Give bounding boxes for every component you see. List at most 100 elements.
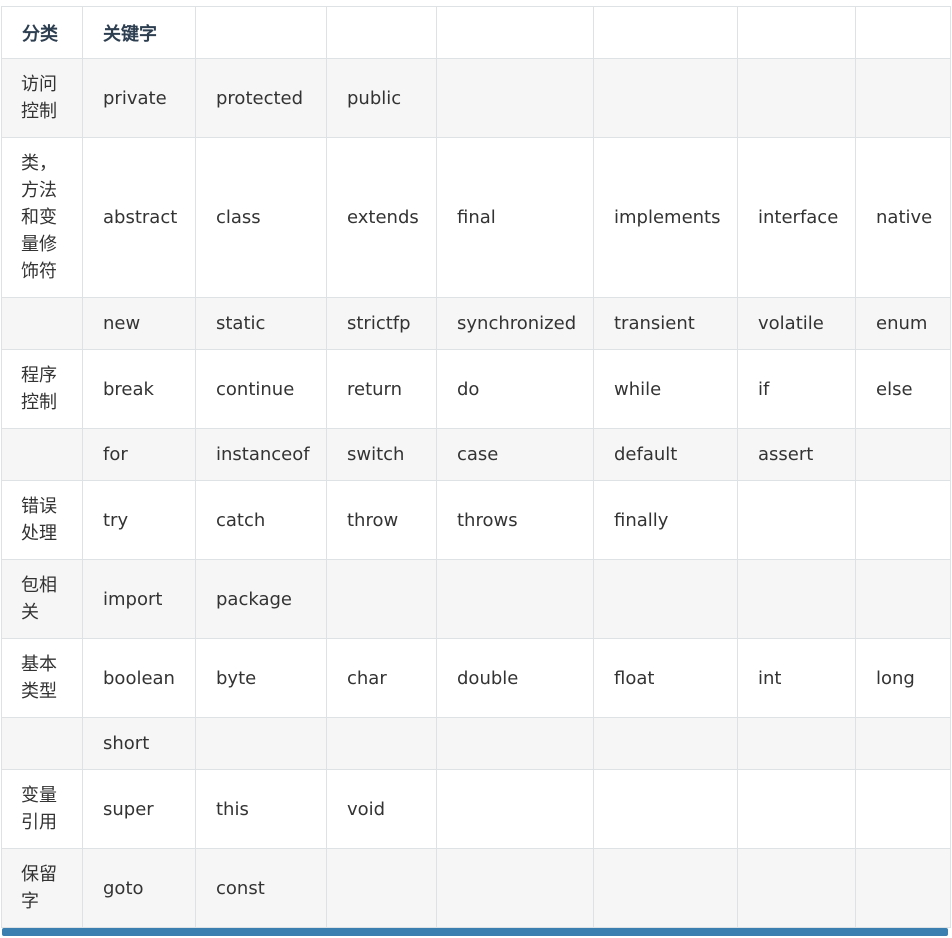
- keyword-cell: assert: [737, 428, 856, 481]
- table-row: 程序控制 break continue return do while if else: [1, 349, 951, 429]
- keyword-cell: return: [326, 349, 437, 429]
- keyword-cell: [737, 58, 856, 138]
- keyword-cell: [436, 848, 594, 928]
- keyword-cell: boolean: [82, 638, 196, 718]
- keyword-cell: transient: [593, 297, 738, 350]
- keyword-cell: [326, 848, 437, 928]
- keyword-cell: extends: [326, 137, 437, 298]
- keyword-cell: [855, 717, 951, 770]
- header-cell: [855, 6, 951, 59]
- table-row: 变量引用 super this void: [1, 769, 951, 849]
- header-cell: [593, 6, 738, 59]
- keyword-cell: else: [855, 349, 951, 429]
- category-cell: 类，方法和变量修饰符: [1, 137, 83, 298]
- keyword-cell: [855, 58, 951, 138]
- keyword-cell: public: [326, 58, 437, 138]
- header-cell: [326, 6, 437, 59]
- keyword-cell: [326, 717, 437, 770]
- keyword-cell: do: [436, 349, 594, 429]
- keyword-cell: enum: [855, 297, 951, 350]
- category-cell: 访问控制: [1, 58, 83, 138]
- keyword-cell: break: [82, 349, 196, 429]
- keyword-cell: if: [737, 349, 856, 429]
- keyword-cell: native: [855, 137, 951, 298]
- table-row: 访问控制 private protected public: [1, 58, 951, 138]
- keyword-cell: float: [593, 638, 738, 718]
- keyword-cell: byte: [195, 638, 327, 718]
- keyword-cell: volatile: [737, 297, 856, 350]
- keyword-cell: char: [326, 638, 437, 718]
- keyword-cell: this: [195, 769, 327, 849]
- keyword-cell: [195, 717, 327, 770]
- table-row: new static strictfp synchronized transient vo…: [1, 297, 951, 350]
- keyword-cell: [855, 848, 951, 928]
- category-cell: [1, 428, 83, 481]
- keyword-cell: double: [436, 638, 594, 718]
- keyword-cell: for: [82, 428, 196, 481]
- keyword-cell: catch: [195, 480, 327, 560]
- table-row: 保留字 goto const: [1, 848, 951, 928]
- keyword-cell: [326, 559, 437, 639]
- keyword-cell: while: [593, 349, 738, 429]
- keyword-cell: try: [82, 480, 196, 560]
- keyword-cell: [436, 559, 594, 639]
- keyword-cell: case: [436, 428, 594, 481]
- category-cell: 包相关: [1, 559, 83, 639]
- keyword-cell: finally: [593, 480, 738, 560]
- category-cell: 基本类型: [1, 638, 83, 718]
- header-cell: [195, 6, 327, 59]
- keyword-cell: private: [82, 58, 196, 138]
- keyword-cell: int: [737, 638, 856, 718]
- table-row: short: [1, 717, 951, 770]
- keyword-cell: continue: [195, 349, 327, 429]
- category-cell: 错误处理: [1, 480, 83, 560]
- keyword-cell: new: [82, 297, 196, 350]
- keyword-cell: [737, 848, 856, 928]
- keyword-cell: final: [436, 137, 594, 298]
- keyword-cell: package: [195, 559, 327, 639]
- keyword-cell: protected: [195, 58, 327, 138]
- horizontal-scrollbar[interactable]: [2, 928, 948, 936]
- header-cell: [737, 6, 856, 59]
- table-header-row: 分类 关键字: [1, 6, 951, 59]
- keyword-cell: strictfp: [326, 297, 437, 350]
- keyword-cell: throw: [326, 480, 437, 560]
- java-keywords-table: 分类 关键字 访问控制 private protected public 类，方法和变量修…: [1, 6, 951, 928]
- keyword-cell: [593, 769, 738, 849]
- keyword-cell: [436, 769, 594, 849]
- keyword-cell: synchronized: [436, 297, 594, 350]
- keyword-cell: [436, 58, 594, 138]
- keyword-cell: static: [195, 297, 327, 350]
- header-cell: [436, 6, 594, 59]
- keyword-cell: [855, 428, 951, 481]
- keyword-cell: [737, 480, 856, 560]
- keyword-cell: goto: [82, 848, 196, 928]
- keyword-cell: [855, 480, 951, 560]
- category-cell: 变量引用: [1, 769, 83, 849]
- category-cell: 程序控制: [1, 349, 83, 429]
- keyword-cell: switch: [326, 428, 437, 481]
- keyword-cell: [737, 769, 856, 849]
- keyword-cell: short: [82, 717, 196, 770]
- category-cell: 保留字: [1, 848, 83, 928]
- table-row: 包相关 import package: [1, 559, 951, 639]
- keyword-cell: interface: [737, 137, 856, 298]
- keyword-cell: long: [855, 638, 951, 718]
- header-category: 分类: [1, 6, 83, 59]
- keyword-cell: instanceof: [195, 428, 327, 481]
- table-row: 类，方法和变量修饰符 abstract class extends final imple…: [1, 137, 951, 298]
- keyword-cell: [436, 717, 594, 770]
- category-cell: [1, 297, 83, 350]
- keyword-cell: super: [82, 769, 196, 849]
- keyword-cell: abstract: [82, 137, 196, 298]
- table-row: 错误处理 try catch throw throws finally: [1, 480, 951, 560]
- keyword-cell: [737, 559, 856, 639]
- keyword-cell: throws: [436, 480, 594, 560]
- keyword-cell: implements: [593, 137, 738, 298]
- table-row: 基本类型 boolean byte char double float int long: [1, 638, 951, 718]
- keyword-cell: [593, 717, 738, 770]
- keyword-cell: [737, 717, 856, 770]
- keyword-cell: [855, 559, 951, 639]
- keyword-cell: import: [82, 559, 196, 639]
- keyword-cell: [855, 769, 951, 849]
